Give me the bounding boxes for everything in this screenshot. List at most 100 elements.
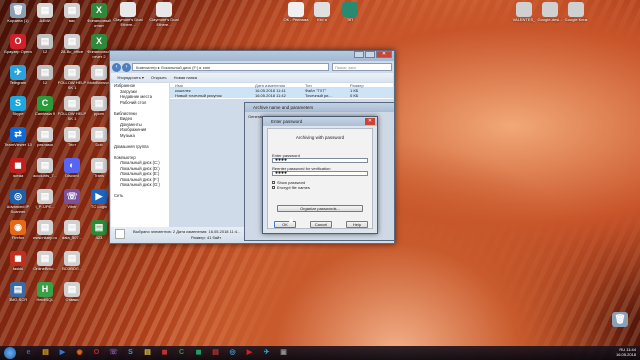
taskbar-app-icon[interactable]: ▶ xyxy=(55,347,70,359)
nav-item[interactable]: Сеть xyxy=(111,193,169,199)
desktop-icon[interactable]: Google Клик xyxy=(560,2,592,23)
desktop-icon-label: ВОЗВОЛ... xyxy=(62,266,82,271)
taskbar-app-icon[interactable]: e xyxy=(21,347,36,359)
maximize-button[interactable] xyxy=(365,51,375,58)
desktop-icon-label: Camtasia 9 xyxy=(34,111,56,116)
taskbar-app-icon[interactable]: ▤ xyxy=(38,347,53,359)
app-icon: X xyxy=(91,3,107,18)
minimize-button[interactable] xyxy=(354,51,364,58)
taskbar-app-icon[interactable]: ▣ xyxy=(276,347,291,359)
desktop-icon[interactable]: X Финансовый отчет xyxy=(83,3,115,28)
taskbar-app-icon[interactable]: ▤ xyxy=(208,347,223,359)
desktop-icon-label: Dolt xyxy=(95,142,103,147)
explorer-titlebar[interactable]: ✕ xyxy=(110,51,394,61)
file-list: Имя Дата изменения Тип Размер кошелек 16… xyxy=(170,83,393,99)
status-size: Размер: 41 байт xyxy=(191,235,222,240)
app-icon: ▤ xyxy=(37,158,53,173)
desktop-icon-label: зсеаа xyxy=(12,173,24,178)
open-button[interactable]: Открыть xyxy=(151,75,167,80)
organize-button[interactable]: Упорядочить ▾ xyxy=(117,75,144,80)
dialog-close-button[interactable]: ✕ xyxy=(365,118,375,125)
help-button[interactable]: Help xyxy=(346,221,368,228)
file-thumbnail-icon xyxy=(115,229,125,239)
taskbar-app-icon[interactable]: ☏ xyxy=(106,347,121,359)
desktop-icon-label: accounts_7... xyxy=(33,173,57,178)
system-tray: RU 11:44 16.05.2018 xyxy=(616,347,636,357)
desktop-icon-label: вас xyxy=(68,18,76,23)
cancel-button[interactable]: Cancel xyxy=(310,221,332,228)
desktop-icon-label: Discord xyxy=(65,173,79,178)
taskbar-app-icon[interactable]: ✈ xyxy=(259,347,274,359)
ok-button[interactable]: OK xyxy=(274,221,296,228)
desktop-icon[interactable]: Claymore's Dual Ethere... xyxy=(112,2,144,27)
address-bar[interactable]: Компьютер ▸ Локальный диск (F:) ▸ zam xyxy=(132,63,329,71)
taskbar-app-icon[interactable]: ▶ xyxy=(242,347,257,359)
clock-date[interactable]: 16.05.2018 xyxy=(616,352,636,357)
start-button[interactable] xyxy=(4,347,16,359)
desktop-icon[interactable]: ЭП xyxy=(334,2,366,23)
reenter-password-field[interactable]: ●●●● xyxy=(272,171,368,176)
taskbar-app-icon[interactable]: ◉ xyxy=(72,347,87,359)
back-button[interactable]: ‹ xyxy=(112,62,121,72)
file-icon xyxy=(156,2,172,17)
column-header-type[interactable]: Тип xyxy=(305,83,350,88)
desktop-icon-label: ppom xyxy=(93,111,104,116)
forward-button[interactable]: › xyxy=(122,62,131,72)
desktop-icon-label: Skype xyxy=(12,111,24,116)
password-dialog[interactable]: Enter password ✕ Archiving with password… xyxy=(262,116,378,234)
taskbar-app-icon[interactable]: ◼ xyxy=(191,347,206,359)
desktop-icon-label: 12 xyxy=(42,49,48,54)
taskbar-app-icon[interactable]: O xyxy=(89,347,104,359)
taskbar-app-icon[interactable]: ◎ xyxy=(225,347,240,359)
desktop-icon-label: Claymore's Dual Ethere... xyxy=(113,17,143,27)
organize-passwords-button[interactable]: Organize passwords... xyxy=(277,205,363,212)
app-icon: ◐ xyxy=(64,158,80,173)
desktop-icon-label: FOLLOW HELP SK 1 xyxy=(57,111,87,121)
desktop-icon-label: Trans xyxy=(93,173,105,178)
desktop-icon-label: Ставки xyxy=(65,297,79,302)
search-input[interactable]: Поиск: zam xyxy=(332,63,392,71)
encrypt-names-checkbox[interactable]: Encrypt file names xyxy=(272,185,368,190)
column-header-name[interactable]: Имя xyxy=(170,83,255,88)
desktop-icon-label: VALENTES_ xyxy=(512,17,536,22)
desktop-icon[interactable]: ▤ ВОЗВОЛ... xyxy=(56,251,88,272)
new-folder-button[interactable]: Новая папка xyxy=(174,75,197,80)
checkbox-icon xyxy=(272,186,275,189)
desktop-icon-label: 3MG.SCR xyxy=(8,297,28,302)
file-date: 16.05.2018 11:42 xyxy=(255,93,286,98)
address-row: ‹ › Компьютер ▸ Локальный диск (F:) ▸ za… xyxy=(112,62,392,72)
app-icon: X xyxy=(91,34,107,49)
desktop-icon-label: реклама xyxy=(37,142,53,147)
desktop-icon[interactable]: Claymore's Dual Ethere... xyxy=(148,2,180,27)
taskbar-app-icon[interactable]: ◼ xyxy=(157,347,172,359)
file-row[interactable]: Новый точечный рисунок 16.05.2018 11:42 … xyxy=(170,93,393,98)
app-icon: ▤ xyxy=(37,34,53,49)
tab-general[interactable]: General xyxy=(248,114,262,119)
enter-password-field[interactable]: ●●●● xyxy=(272,158,368,163)
app-icon: ▤ xyxy=(64,65,80,80)
close-button[interactable]: ✕ xyxy=(376,51,392,58)
desktop-icon-label: Firefox xyxy=(11,235,25,240)
password-panel: Archiving with password Enter password ●… xyxy=(267,128,373,229)
encrypt-names-label: Encrypt file names xyxy=(277,185,310,190)
desktop-icon-label: Браузер Opera xyxy=(4,49,32,54)
app-icon: S xyxy=(10,96,26,111)
taskbar-app-icon[interactable]: C xyxy=(174,347,189,359)
desktop-icon-label: Advanced IP Scanner xyxy=(6,204,30,214)
taskbar: e ▤ ▶ ◉ O ☏ S ▤ ◼ C ◼ ▤ ◎ ▶ ✈ ▣ RU 11:44 16.05.2018 xyxy=(0,346,640,360)
desktop-icon-label: 12 xyxy=(42,80,48,85)
column-header-size[interactable]: Размер xyxy=(350,83,364,88)
taskbar-app-icon[interactable]: ▤ xyxy=(140,347,155,359)
taskbar-apps: e ▤ ▶ ◉ O ☏ S ▤ ◼ C ◼ ▤ ◎ ▶ ✈ ▣ xyxy=(20,347,292,359)
column-header-date[interactable]: Дата изменения xyxy=(255,83,305,88)
app-icon: ▤ xyxy=(37,220,53,235)
desktop-icon-label: Claymore's Dual Ethere... xyxy=(149,17,179,27)
desktop-icon[interactable]: ▤ Ставки xyxy=(56,282,88,303)
app-icon: ▤ xyxy=(91,127,107,142)
taskbar-app-icon[interactable]: S xyxy=(123,347,138,359)
app-icon: ▤ xyxy=(37,127,53,142)
desktop-icon-recycle-bin[interactable]: 🗑 xyxy=(604,312,636,328)
desktop-icon-label: 28-Вс_office xyxy=(60,49,84,54)
app-icon: ▤ xyxy=(37,3,53,18)
desktop-icon-label: Тест xyxy=(67,142,77,147)
